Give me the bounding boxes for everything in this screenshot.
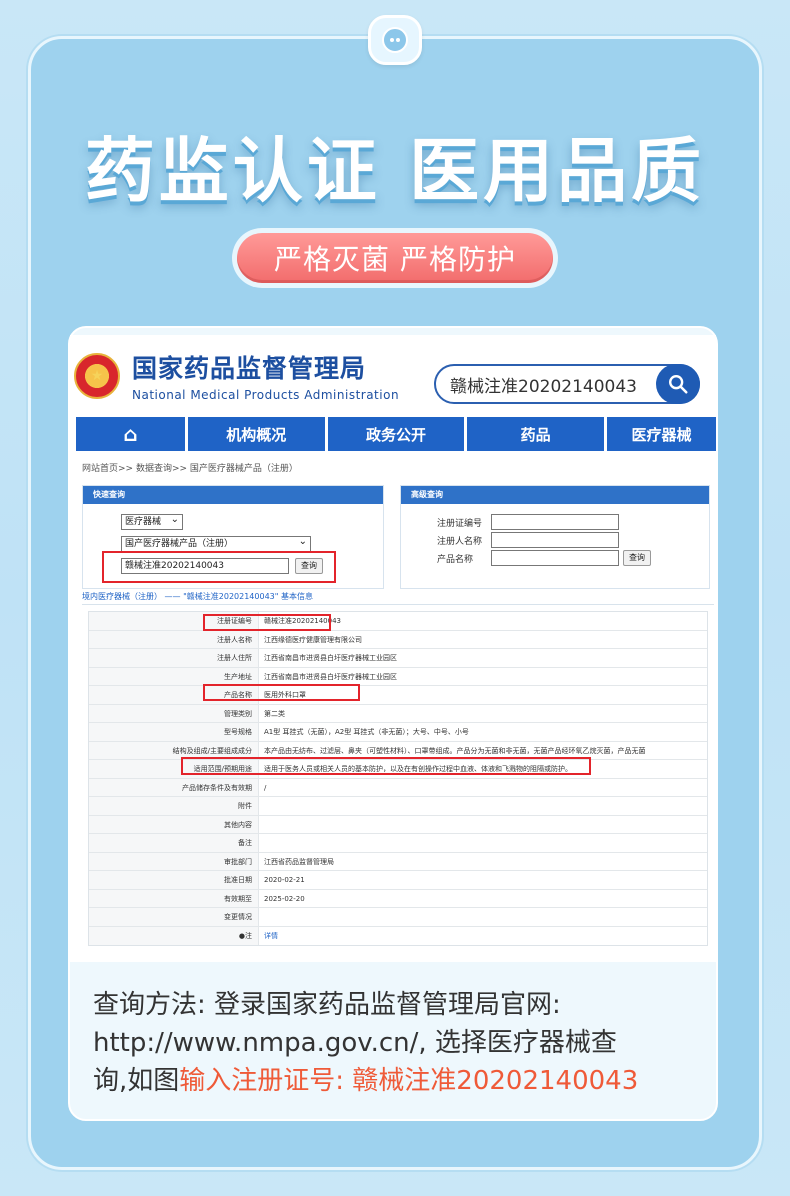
instructions-line-3: 询,如图输入注册证号: 赣械注准20202140043 [93,1062,703,1100]
site-logo[interactable]: ★ 国家药品监督管理局 National Medical Products Ad… [74,349,399,402]
row-label: 有效期至 [89,889,259,907]
row-value: 江西省药品监督管理局 [264,857,334,866]
table-row: 审批部门 江西省药品监督管理局 [89,852,707,871]
row-value [259,834,707,852]
row-value [259,816,707,834]
adv-label-registrant: 注册人名称 [437,537,483,547]
website-screenshot: ★ 国家药品监督管理局 National Medical Products Ad… [70,335,716,962]
mascot-badge [368,15,422,65]
table-row: 产品储存条件及有效期 / [89,778,707,797]
nav-item-gov[interactable]: 政务公开 [327,417,465,451]
row-label: 型号规格 [89,723,259,741]
row-label: 批准日期 [89,871,259,889]
instructions-line-2: http://www.nmpa.gov.cn/, 选择医疗器械查 [93,1028,617,1058]
detail-heading: 境内医疗器械（注册） —— "赣械注准20202140043" 基本信息 [82,591,714,605]
org-name-en: National Medical Products Administration [132,388,400,402]
row-label: 备注 [89,834,259,852]
nav-item-drugs[interactable]: 药品 [467,417,605,451]
advanced-query-button[interactable]: 查询 [623,550,651,566]
table-row: 注册证编号 赣械注准20202140043 [89,612,707,631]
instructions-highlight: 输入注册证号: 赣械注准20202140043 [179,1066,639,1096]
org-name-cn: 国家药品监督管理局 [132,354,367,383]
row-label: 注册人名称 [89,630,259,648]
table-row: 型号规格 A1型 耳挂式（无菌），A2型 耳挂式（非无菌）；大号、中号、小号 [89,723,707,742]
row-value: 第二类 [264,709,285,718]
adv-reg-no-input[interactable] [491,514,619,530]
row-label: 产品储存条件及有效期 [89,778,259,796]
page-title: 药监认证 医用品质 [84,130,706,212]
category-select[interactable]: 医疗器械 [121,513,183,530]
row-value: 江西缘德医疗健康管理有限公司 [264,635,362,644]
highlight-search-box [102,551,336,583]
row-label: 注册人住所 [89,649,259,667]
highlight-reg-no [203,614,331,631]
main-nav: ⌂ 机构概况 政务公开 药品 医疗器械 [76,417,716,451]
table-row: 注册人名称 江西缘德医疗健康管理有限公司 [89,630,707,649]
detail-table: 注册证编号 赣械注准20202140043 注册人名称 江西缘德医疗健康管理有限公司注… [88,611,708,946]
table-row: 管理类别 第二类 [89,704,707,723]
row-label: 其他内容 [89,815,259,833]
adv-label-reg-no: 注册证编号 [437,519,483,529]
quick-query-title: 快速查询 [83,486,383,504]
advanced-query-panel: 高级查询 注册证编号 注册人名称 产品名称 查询 [400,485,710,589]
instructions-line-1: 查询方法: 登录国家药品监督管理局官网: [93,990,561,1020]
slogan-pill: 严格灭菌 严格防护 [232,228,558,288]
table-row: 生产地址 江西省南昌市进贤县白圩医疗器械工业园区 [89,667,707,686]
table-row: 附件 [89,797,707,816]
search-value: 赣械注准20202140043 [450,376,637,397]
search-icon [669,375,688,394]
table-row: 注册人住所 江西省南昌市进贤县白圩医疗器械工业园区 [89,649,707,668]
instructions-text: 查询方法: 登录国家药品监督管理局官网: http://www.nmpa.gov… [93,986,703,1100]
table-row: 其他内容 [89,815,707,834]
site-search-input[interactable]: 赣械注准20202140043 [434,364,700,404]
row-value [259,797,707,815]
row-label: 审批部门 [89,852,259,870]
table-row: 有效期至 2025-02-20 [89,889,707,908]
advanced-query-title: 高级查询 [401,486,709,504]
row-label: ●注 [89,926,259,945]
row-label: 生产地址 [89,667,259,685]
table-row: 产品名称 医用外科口罩 [89,686,707,705]
row-label: 管理类别 [89,704,259,722]
table-row: ●注 详情 [89,926,707,946]
breadcrumb[interactable]: 网站首页>> 数据查询>> 国产医疗器械产品（注册） [82,461,298,474]
row-label: 附件 [89,797,259,815]
slogan-text: 严格灭菌 严格防护 [237,233,553,283]
row-value: 江西省南昌市进贤县白圩医疗器械工业园区 [264,672,397,681]
table-row: 变更情况 [89,908,707,927]
table-row: 批准日期 2020-02-21 [89,871,707,890]
row-value: 2025-02-20 [264,894,305,903]
national-emblem-icon: ★ [74,352,120,399]
search-button[interactable] [656,364,700,404]
product-type-select[interactable]: 国产医疗器械产品（注册） [121,535,311,552]
adv-registrant-input[interactable] [491,532,619,548]
nav-item-devices[interactable]: 医疗器械 [607,417,716,451]
row-value: / [264,783,267,792]
row-value: 2020-02-21 [264,876,305,884]
highlight-intended-use [181,757,591,775]
adv-product-input[interactable] [491,550,619,566]
nav-home-icon[interactable]: ⌂ [76,417,185,451]
highlight-product-name [203,684,360,701]
row-value: A1型 耳挂式（无菌），A2型 耳挂式（非无菌）；大号、中号、小号 [264,728,469,736]
row-value[interactable]: 详情 [259,927,707,946]
row-label: 变更情况 [89,908,259,926]
instructions-line-3a: 询,如图 [93,1066,180,1096]
row-value [259,908,707,926]
nav-item-org[interactable]: 机构概况 [187,417,325,451]
table-row: 备注 [89,834,707,853]
adv-label-product: 产品名称 [437,555,474,565]
baby-face-icon [382,27,408,53]
row-value: 江西省南昌市进贤县白圩医疗器械工业园区 [264,654,397,662]
